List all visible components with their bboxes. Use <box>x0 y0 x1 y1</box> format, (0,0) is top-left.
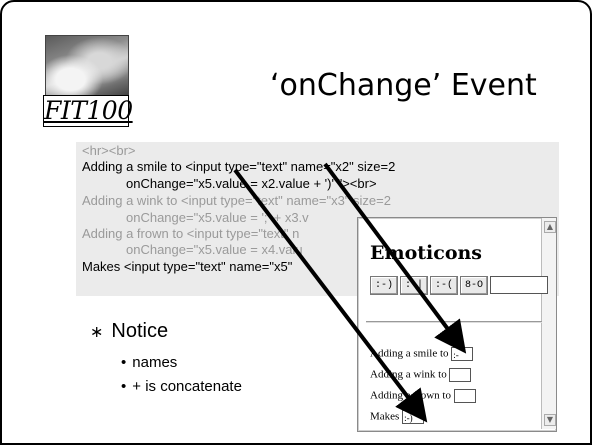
fit100-logo: FIT100 <box>43 35 133 129</box>
code-line-8: Makes <input type="text" name="x5" <box>82 259 293 274</box>
slide: FIT100 ‘onChange’ Event <hr><br> Adding … <box>0 0 592 445</box>
smile-row: Adding a smile to :- <box>370 347 474 361</box>
browser-window: ▲ ▼ Emoticons :-):-|:-(8-O Adding a smil… <box>357 217 557 432</box>
smile-label: Adding a smile to <box>370 347 449 360</box>
code-line-4: Adding a wink to <input type="text" name… <box>82 193 391 208</box>
bullet-notice: ∗ Notice <box>90 320 169 342</box>
code-line-2: Adding a smile to <input type="text" nam… <box>82 159 396 174</box>
dot-bullet-icon: • <box>121 354 127 371</box>
scroll-up-arrow-icon[interactable]: ▲ <box>544 221 556 233</box>
code-line-3: onChange="x5.value = x2.value + ')' "><b… <box>126 176 377 191</box>
code-line-5: onChange="x5.value = ';' + x3.v <box>126 210 309 225</box>
code-line-6: Adding a frown to <input type="text" n <box>82 226 300 241</box>
frown-button[interactable]: :-( <box>430 276 459 295</box>
surprised-button[interactable]: 8-O <box>460 276 489 295</box>
wink-row: Adding a wink to <box>370 368 472 382</box>
frown-row: Adding a frown to <box>370 389 476 403</box>
smile-button[interactable]: :-) <box>370 276 399 295</box>
wave-image <box>45 35 129 99</box>
frown-input[interactable] <box>453 389 476 403</box>
emoticons-heading: Emoticons <box>370 242 483 264</box>
wink-label: Adding a wink to <box>370 368 447 381</box>
slide-title: ‘onChange’ Event <box>270 68 537 103</box>
scrollbar[interactable]: ▲ ▼ <box>541 218 556 429</box>
dot-bullet-icon: • <box>121 378 127 395</box>
smile-input[interactable]: :- <box>451 347 474 361</box>
horizontal-rule <box>366 321 542 323</box>
sub-bullet-concatenate: • + is concatenate <box>121 378 242 395</box>
emoticon-output-textbox[interactable] <box>490 276 549 294</box>
logo-text: FIT100 <box>43 95 133 127</box>
sub-bullet-names: • names <box>121 354 178 371</box>
code-line-1: <hr><br> <box>82 143 136 158</box>
emoticon-button-row: :-):-|:-(8-O <box>370 276 549 295</box>
frown-label: Adding a frown to <box>370 389 451 402</box>
neutral-button[interactable]: :-| <box>400 276 429 295</box>
asterisk-bullet-icon: ∗ <box>90 324 104 341</box>
scroll-down-arrow-icon[interactable]: ▼ <box>544 414 556 426</box>
makes-row: Makes :-) <box>370 410 425 424</box>
makes-label: Makes <box>370 410 400 423</box>
code-line-7: onChange="x5.value = x4.valu <box>126 242 303 257</box>
wink-input[interactable] <box>449 368 472 382</box>
makes-input[interactable]: :-) <box>402 410 425 424</box>
